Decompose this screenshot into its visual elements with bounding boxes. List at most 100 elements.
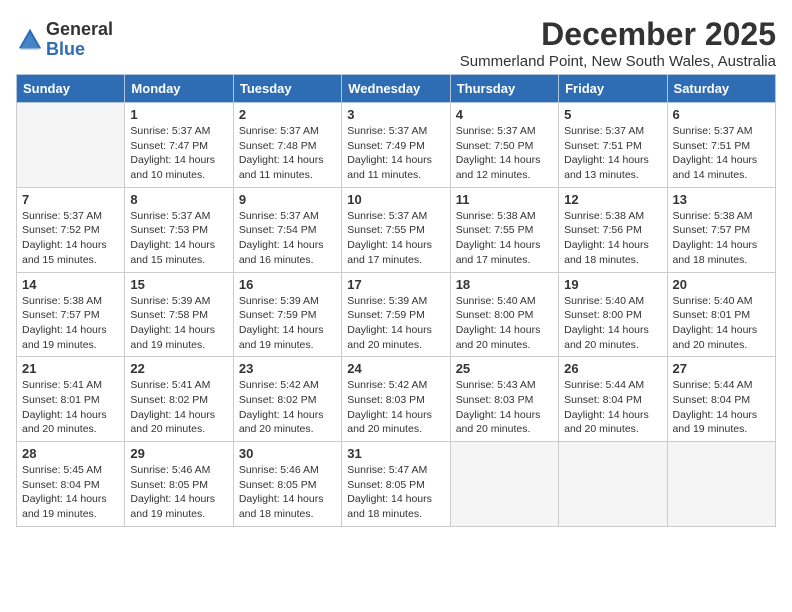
day-detail: Sunrise: 5:37 AMSunset: 7:51 PMDaylight:… (673, 124, 770, 183)
calendar-table: SundayMondayTuesdayWednesdayThursdayFrid… (16, 74, 776, 527)
day-number: 24 (347, 361, 444, 376)
day-detail: Sunrise: 5:37 AMSunset: 7:47 PMDaylight:… (130, 124, 227, 183)
sub-title: Summerland Point, New South Wales, Austr… (460, 53, 776, 70)
calendar-body: 1 Sunrise: 5:37 AMSunset: 7:47 PMDaylight… (17, 103, 776, 527)
logo-text: General Blue (46, 20, 113, 60)
day-number: 29 (130, 446, 227, 461)
calendar-cell: 26Sunrise: 5:44 AMSunset: 8:04 PMDayligh… (559, 357, 667, 442)
day-number: 22 (130, 361, 227, 376)
day-number: 27 (673, 361, 770, 376)
header: General Blue December 2025 Summerland Po… (16, 16, 776, 70)
day-number: 18 (456, 277, 553, 292)
week-row-3: 14 Sunrise: 5:38 AMSunset: 7:57 PMDayligh… (17, 272, 776, 357)
week-row-4: 21 Sunrise: 5:41 AMSunset: 8:01 PMDayligh… (17, 357, 776, 442)
day-number: 26 (564, 361, 661, 376)
day-number: 5 (564, 107, 661, 122)
calendar-cell: 8 Sunrise: 5:37 AMSunset: 7:53 PMDaylight… (125, 187, 233, 272)
calendar-cell: 2 Sunrise: 5:37 AMSunset: 7:48 PMDaylight… (233, 103, 341, 188)
calendar-cell (17, 103, 125, 188)
calendar-cell: 28Sunrise: 5:45 AMSunset: 8:04 PMDayligh… (17, 442, 125, 527)
day-detail: Sunrise: 5:37 AMSunset: 7:48 PMDaylight:… (239, 124, 336, 183)
day-number: 13 (673, 192, 770, 207)
day-number: 31 (347, 446, 444, 461)
calendar-cell: 23 Sunrise: 5:42 AMSunset: 8:02 PMDayligh… (233, 357, 341, 442)
day-detail: Sunrise: 5:40 AMSunset: 8:00 PMDaylight:… (456, 294, 553, 353)
day-number: 14 (22, 277, 119, 292)
day-detail: Sunrise: 5:43 AMSunset: 8:03 PMDaylight:… (456, 378, 553, 437)
day-detail: Sunrise: 5:37 AMSunset: 7:51 PMDaylight:… (564, 124, 661, 183)
day-detail: Sunrise: 5:41 AMSunset: 8:02 PMDaylight:… (130, 378, 227, 437)
calendar-cell: 22 Sunrise: 5:41 AMSunset: 8:02 PMDayligh… (125, 357, 233, 442)
day-number: 25 (456, 361, 553, 376)
day-number: 2 (239, 107, 336, 122)
weekday-header-friday: Friday (559, 75, 667, 103)
day-detail: Sunrise: 5:39 AMSunset: 7:59 PMDaylight:… (239, 294, 336, 353)
calendar-cell: 18 Sunrise: 5:40 AMSunset: 8:00 PMDayligh… (450, 272, 558, 357)
weekday-header-row: SundayMondayTuesdayWednesdayThursdayFrid… (17, 75, 776, 103)
calendar-cell: 29 Sunrise: 5:46 AMSunset: 8:05 PMDayligh… (125, 442, 233, 527)
calendar-cell: 19 Sunrise: 5:40 AMSunset: 8:00 PMDayligh… (559, 272, 667, 357)
week-row-1: 1 Sunrise: 5:37 AMSunset: 7:47 PMDaylight… (17, 103, 776, 188)
day-detail: Sunrise: 5:39 AMSunset: 7:58 PMDaylight:… (130, 294, 227, 353)
calendar-cell: 14 Sunrise: 5:38 AMSunset: 7:57 PMDayligh… (17, 272, 125, 357)
day-detail: Sunrise: 5:42 AMSunset: 8:02 PMDaylight:… (239, 378, 336, 437)
day-number: 1 (130, 107, 227, 122)
calendar-cell: 10 Sunrise: 5:37 AMSunset: 7:55 PMDayligh… (342, 187, 450, 272)
day-number: 7 (22, 192, 119, 207)
day-detail: Sunrise: 5:46 AMSunset: 8:05 PMDaylight:… (130, 463, 227, 522)
logo-blue-text: Blue (46, 40, 113, 60)
calendar-cell: 13 Sunrise: 5:38 AMSunset: 7:57 PMDayligh… (667, 187, 775, 272)
day-number: 8 (130, 192, 227, 207)
calendar-cell: 20Sunrise: 5:40 AMSunset: 8:01 PMDayligh… (667, 272, 775, 357)
calendar-cell: 11Sunrise: 5:38 AMSunset: 7:55 PMDayligh… (450, 187, 558, 272)
logo-general-text: General (46, 20, 113, 40)
logo: General Blue (16, 20, 113, 60)
calendar-cell: 15 Sunrise: 5:39 AMSunset: 7:58 PMDayligh… (125, 272, 233, 357)
day-number: 16 (239, 277, 336, 292)
day-detail: Sunrise: 5:38 AMSunset: 7:57 PMDaylight:… (673, 209, 770, 268)
day-number: 10 (347, 192, 444, 207)
day-detail: Sunrise: 5:45 AMSunset: 8:04 PMDaylight:… (22, 463, 119, 522)
day-detail: Sunrise: 5:40 AMSunset: 8:01 PMDaylight:… (673, 294, 770, 353)
calendar-cell (450, 442, 558, 527)
day-detail: Sunrise: 5:42 AMSunset: 8:03 PMDaylight:… (347, 378, 444, 437)
day-detail: Sunrise: 5:37 AMSunset: 7:55 PMDaylight:… (347, 209, 444, 268)
calendar-cell: 25 Sunrise: 5:43 AMSunset: 8:03 PMDayligh… (450, 357, 558, 442)
day-number: 19 (564, 277, 661, 292)
weekday-header-sunday: Sunday (17, 75, 125, 103)
logo-icon (16, 26, 44, 54)
day-detail: Sunrise: 5:37 AMSunset: 7:54 PMDaylight:… (239, 209, 336, 268)
day-detail: Sunrise: 5:47 AMSunset: 8:05 PMDaylight:… (347, 463, 444, 522)
calendar-cell (667, 442, 775, 527)
day-detail: Sunrise: 5:38 AMSunset: 7:57 PMDaylight:… (22, 294, 119, 353)
main-title: December 2025 (460, 16, 776, 53)
day-number: 21 (22, 361, 119, 376)
calendar-cell: 31 Sunrise: 5:47 AMSunset: 8:05 PMDayligh… (342, 442, 450, 527)
day-detail: Sunrise: 5:37 AMSunset: 7:53 PMDaylight:… (130, 209, 227, 268)
weekday-header-wednesday: Wednesday (342, 75, 450, 103)
calendar-cell: 12Sunrise: 5:38 AMSunset: 7:56 PMDayligh… (559, 187, 667, 272)
calendar-cell (559, 442, 667, 527)
day-detail: Sunrise: 5:46 AMSunset: 8:05 PMDaylight:… (239, 463, 336, 522)
calendar-cell: 3Sunrise: 5:37 AMSunset: 7:49 PMDaylight… (342, 103, 450, 188)
calendar-cell: 16 Sunrise: 5:39 AMSunset: 7:59 PMDayligh… (233, 272, 341, 357)
day-detail: Sunrise: 5:38 AMSunset: 7:56 PMDaylight:… (564, 209, 661, 268)
day-number: 23 (239, 361, 336, 376)
day-number: 6 (673, 107, 770, 122)
day-number: 15 (130, 277, 227, 292)
calendar-cell: 21 Sunrise: 5:41 AMSunset: 8:01 PMDayligh… (17, 357, 125, 442)
calendar-cell: 4Sunrise: 5:37 AMSunset: 7:50 PMDaylight… (450, 103, 558, 188)
weekday-header-monday: Monday (125, 75, 233, 103)
calendar-cell: 9Sunrise: 5:37 AMSunset: 7:54 PMDaylight… (233, 187, 341, 272)
day-detail: Sunrise: 5:44 AMSunset: 8:04 PMDaylight:… (673, 378, 770, 437)
day-detail: Sunrise: 5:41 AMSunset: 8:01 PMDaylight:… (22, 378, 119, 437)
calendar-cell: 27 Sunrise: 5:44 AMSunset: 8:04 PMDayligh… (667, 357, 775, 442)
calendar-cell: 5 Sunrise: 5:37 AMSunset: 7:51 PMDaylight… (559, 103, 667, 188)
calendar-cell: 6 Sunrise: 5:37 AMSunset: 7:51 PMDaylight… (667, 103, 775, 188)
day-number: 30 (239, 446, 336, 461)
title-area: December 2025 Summerland Point, New Sout… (460, 16, 776, 70)
calendar-header: SundayMondayTuesdayWednesdayThursdayFrid… (17, 75, 776, 103)
day-number: 17 (347, 277, 444, 292)
day-detail: Sunrise: 5:40 AMSunset: 8:00 PMDaylight:… (564, 294, 661, 353)
calendar-cell: 24 Sunrise: 5:42 AMSunset: 8:03 PMDayligh… (342, 357, 450, 442)
